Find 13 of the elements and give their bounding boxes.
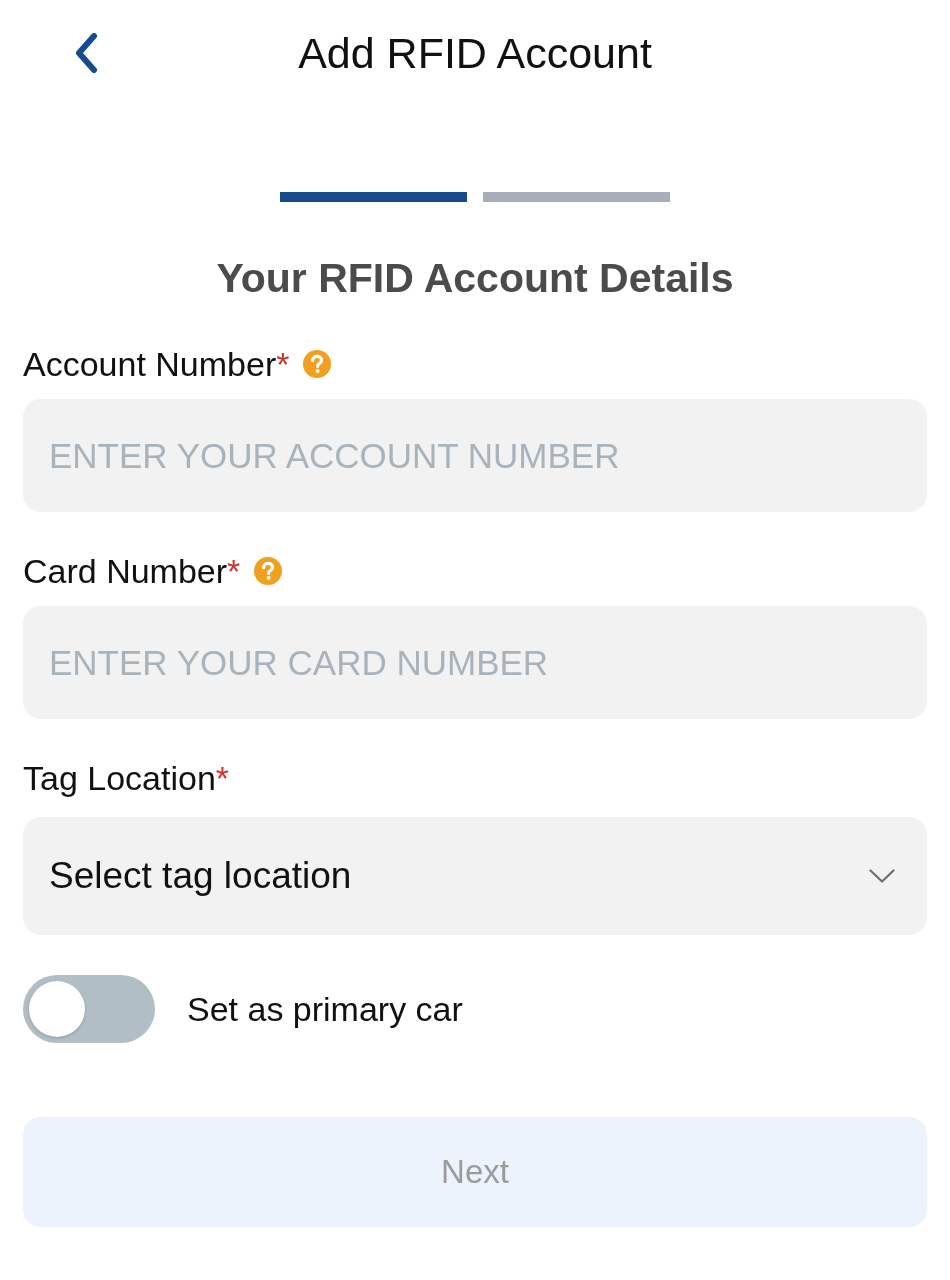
input-field[interactable]: ENTER YOUR CARD NUMBER [23,606,927,719]
field-label: Tag Location [23,758,216,798]
select-field[interactable]: Select tag location [23,817,927,935]
required-asterisk: * [227,551,241,591]
chevron-down-icon[interactable] [869,869,895,883]
toggle-label: Set as primary car [187,988,463,1030]
required-asterisk: * [276,344,290,384]
field-label: Card Number [23,551,228,591]
input-field[interactable]: ENTER YOUR ACCOUNT NUMBER [23,399,927,512]
field-label: Account Number [23,344,277,384]
page-title: Add RFID Account [298,28,652,78]
section-heading: Your RFID Account Details [215,254,735,303]
required-asterisk: * [215,758,230,798]
